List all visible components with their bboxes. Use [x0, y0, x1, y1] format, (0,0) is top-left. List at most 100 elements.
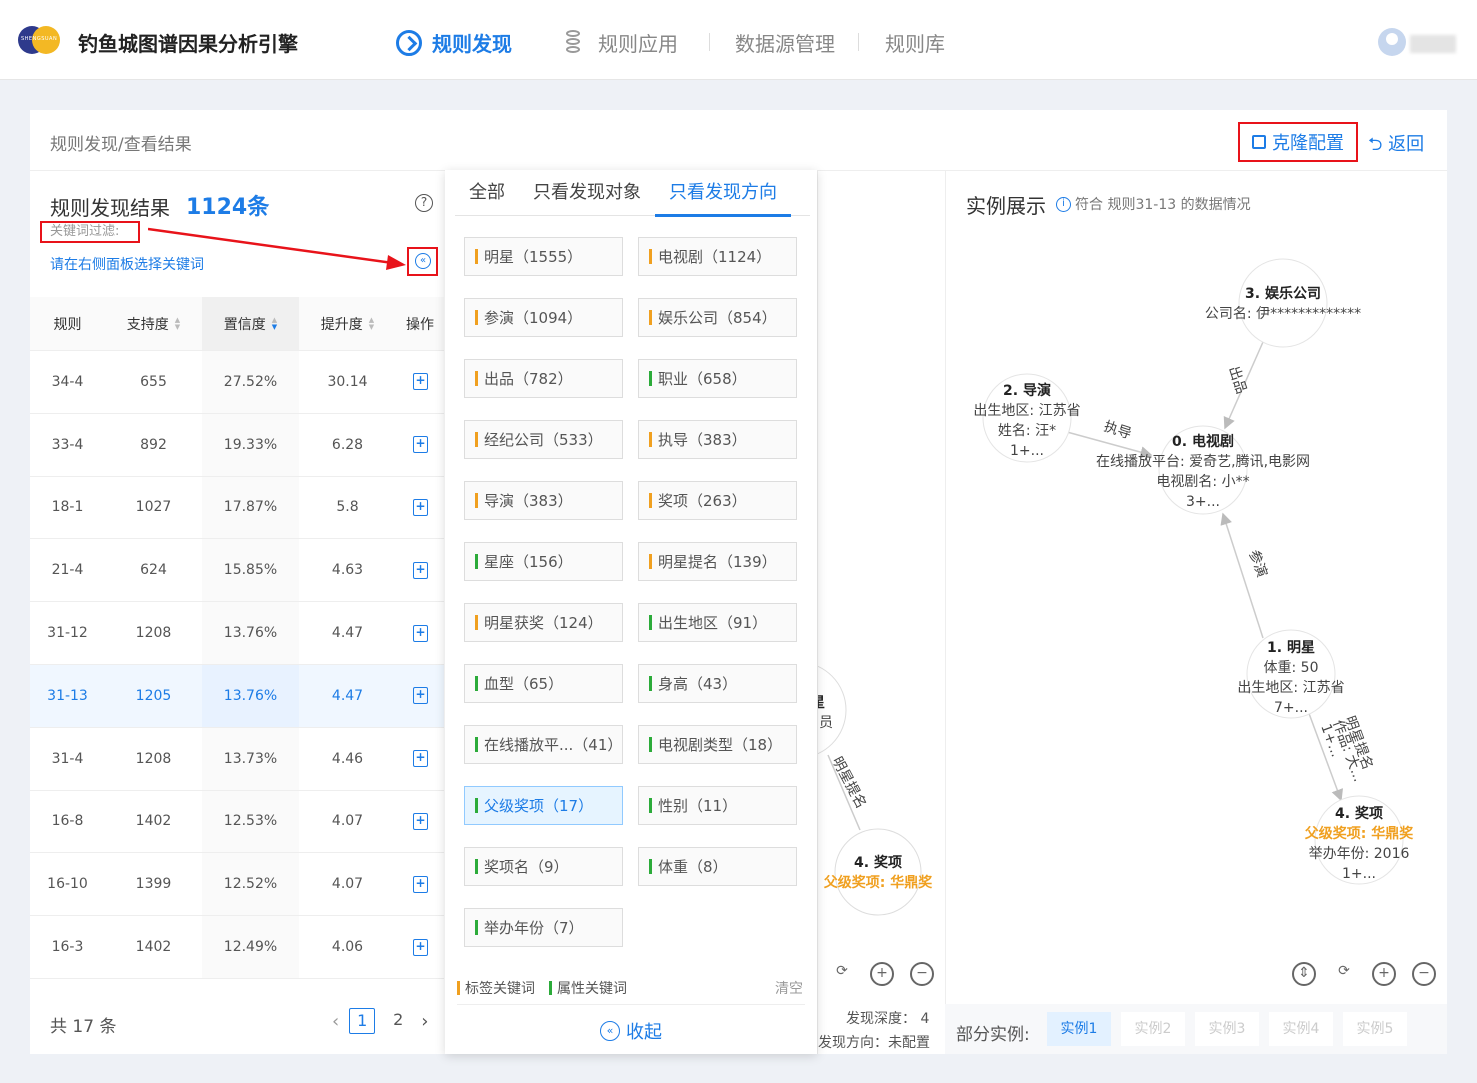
add-file-icon[interactable]	[412, 687, 428, 705]
nav-rule-library[interactable]: 规则库	[885, 28, 945, 57]
table-row[interactable]: 31-13 1205 13.76% 4.47	[30, 664, 444, 728]
col-lift[interactable]: 提升度 ▲ ▼	[299, 297, 396, 350]
add-file-icon[interactable]	[412, 812, 428, 830]
tab-all[interactable]: 全部	[455, 170, 519, 216]
table-cell: 21-4	[51, 562, 84, 579]
username-blurred[interactable]	[1410, 35, 1456, 53]
instance-2[interactable]: 实例2	[1121, 1012, 1185, 1046]
fit-view-icon[interactable]: ⇕	[1292, 962, 1316, 986]
tab-objects[interactable]: 只看发现对象	[519, 170, 655, 216]
keyword-chip[interactable]: 举办年份（7）	[464, 908, 623, 947]
keyword-chip[interactable]: 出品（782）	[464, 359, 623, 398]
expand-panel-button[interactable]: «	[407, 247, 438, 276]
keyword-chip-label: 娱乐公司（854）	[658, 309, 777, 327]
add-file-icon[interactable]	[412, 561, 428, 579]
zoom-in-icon[interactable]: +	[1372, 962, 1396, 986]
table-row[interactable]: 21-4 624 15.85% 4.63	[30, 539, 444, 603]
nav-rule-discovery[interactable]: 规则发现	[396, 28, 512, 57]
add-file-icon[interactable]	[412, 498, 428, 516]
keyword-chip[interactable]: 电视剧类型（18）	[638, 725, 797, 764]
action-cell	[396, 351, 444, 413]
keyword-chip[interactable]: 经纪公司（533）	[464, 420, 623, 459]
keyword-chip[interactable]: 身高（43）	[638, 664, 797, 703]
zoom-out-icon[interactable]: −	[1412, 962, 1436, 986]
table-row[interactable]: 33-4 892 19.33% 6.28	[30, 413, 444, 477]
keyword-chip[interactable]: 星座（156）	[464, 542, 623, 581]
add-file-icon[interactable]	[412, 938, 428, 956]
nav-rule-application[interactable]: 规则应用	[566, 28, 678, 57]
instance-4[interactable]: 实例4	[1269, 1012, 1333, 1046]
page-1[interactable]: 1	[349, 1008, 376, 1034]
keyword-chip[interactable]: 明星（1555）	[464, 237, 623, 276]
node-title: 4. 奖项	[854, 854, 902, 871]
refresh-icon[interactable]: ⟳	[1332, 962, 1356, 986]
add-file-icon[interactable]	[412, 750, 428, 768]
action-cell	[396, 477, 444, 539]
svg-text:电视剧名: 小**: 电视剧名: 小**	[1156, 474, 1249, 490]
clear-button[interactable]: 清空	[775, 978, 803, 998]
keyword-chip[interactable]: 体重（8）	[638, 847, 797, 886]
col-confidence[interactable]: 置信度 ▲ ▼	[202, 297, 299, 350]
add-file-icon[interactable]	[412, 373, 428, 391]
nav-datasource[interactable]: 数据源管理	[735, 28, 835, 57]
keyword-chip[interactable]: 性别（11）	[638, 786, 797, 825]
keyword-chip[interactable]: 血型（65）	[464, 664, 623, 703]
next-page-icon[interactable]: ›	[421, 1011, 428, 1032]
refresh-icon[interactable]: ⟳	[830, 962, 854, 986]
keyword-chip[interactable]: 职业（658）	[638, 359, 797, 398]
keyword-chip[interactable]: 明星获奖（124）	[464, 603, 623, 642]
table-row[interactable]: 16-8 1402 12.53% 4.07	[30, 790, 444, 854]
table-cell: 12.52%	[202, 853, 299, 916]
keyword-chip[interactable]: 在线播放平...（41）	[464, 725, 623, 764]
double-left-icon: «	[600, 1021, 620, 1041]
page-2[interactable]: 2	[385, 1008, 411, 1034]
keyword-chip-label: 明星（1555）	[484, 248, 583, 266]
instance-1[interactable]: 实例1	[1047, 1012, 1111, 1046]
example-toolbar: ⇕ ⟳ + −	[1292, 962, 1436, 986]
table-cell: 15.85%	[202, 539, 299, 602]
svg-text:出生地区: 江苏省: 出生地区: 江苏省	[1237, 680, 1344, 696]
back-button[interactable]: ⮌ 返回	[1368, 130, 1424, 162]
keyword-chip[interactable]: 出生地区（91）	[638, 603, 797, 642]
action-cell	[396, 853, 444, 915]
svg-text:体重: 50: 体重: 50	[1264, 660, 1319, 676]
keyword-type-marker	[475, 920, 478, 935]
table-cell: 13.76%	[202, 602, 299, 664]
table-row[interactable]: 16-10 1399 12.52% 4.07	[30, 853, 444, 917]
keyword-type-marker	[649, 859, 652, 874]
table-cell: 1205	[135, 687, 172, 704]
zoom-out-icon[interactable]: −	[910, 962, 934, 986]
prev-page-icon[interactable]: ‹	[332, 1011, 339, 1032]
table-row[interactable]: 31-4 1208 13.73% 4.46	[30, 727, 444, 791]
table-row[interactable]: 18-1 1027 17.87% 5.8	[30, 476, 444, 540]
col-support[interactable]: 支持度 ▲ ▼	[105, 297, 202, 350]
keyword-chip[interactable]: 导演（383）	[464, 481, 623, 520]
tab-directions[interactable]: 只看发现方向	[655, 170, 791, 217]
keyword-chip[interactable]: 娱乐公司（854）	[638, 298, 797, 337]
help-icon[interactable]: ?	[415, 194, 433, 212]
instance-3[interactable]: 实例3	[1195, 1012, 1259, 1046]
keyword-chip[interactable]: 奖项名（9）	[464, 847, 623, 886]
keyword-chip[interactable]: 明星提名（139）	[638, 542, 797, 581]
user-avatar[interactable]	[1378, 28, 1406, 56]
breadcrumb: 规则发现/查看结果	[50, 135, 192, 155]
table-row[interactable]: 34-4 655 27.52% 30.14	[30, 351, 444, 414]
keyword-type-marker	[649, 737, 652, 752]
keyword-chip[interactable]: 参演（1094）	[464, 298, 623, 337]
instance-5[interactable]: 实例5	[1343, 1012, 1407, 1046]
zoom-in-icon[interactable]: +	[870, 962, 894, 986]
table-cell: 31-13	[47, 687, 88, 704]
keyword-chip[interactable]: 执导（383）	[638, 420, 797, 459]
table-cell: 4.07	[331, 876, 364, 893]
collapse-button[interactable]: «收起	[600, 1018, 662, 1044]
keyword-chip[interactable]: 奖项（263）	[638, 481, 797, 520]
table-row[interactable]: 31-12 1208 13.76% 4.47	[30, 602, 444, 665]
add-file-icon[interactable]	[412, 624, 428, 642]
table-row[interactable]: 16-3 1402 12.49% 4.06	[30, 916, 444, 979]
clone-config-button[interactable]: 克隆配置	[1238, 122, 1358, 162]
add-file-icon[interactable]	[412, 875, 428, 893]
keyword-chip[interactable]: 电视剧（1124）	[638, 237, 797, 276]
table-cell: 4.47	[331, 625, 364, 642]
add-file-icon[interactable]	[412, 436, 428, 454]
keyword-chip[interactable]: 父级奖项（17）	[464, 786, 623, 825]
